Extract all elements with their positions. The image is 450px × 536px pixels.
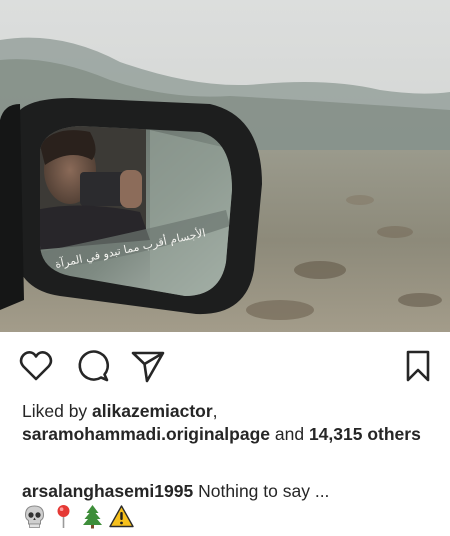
- caption-emojis: [22, 504, 134, 530]
- post-caption: arsalanghasemi1995 Nothing to say ...: [22, 480, 432, 503]
- save-button[interactable]: [400, 348, 436, 384]
- evergreen-tree-icon: [80, 504, 105, 529]
- share-button[interactable]: [130, 348, 166, 384]
- caption-text: Nothing to say ...: [193, 481, 330, 501]
- likes-summary: Liked by alikazemiactor, saramohammadi.o…: [22, 400, 432, 446]
- action-bar: [0, 332, 450, 396]
- likes-separator: ,: [212, 401, 218, 421]
- paper-plane-icon: [131, 351, 165, 383]
- liker-username-2[interactable]: saramohammadi.originalpage: [22, 424, 270, 444]
- like-button[interactable]: [18, 348, 54, 384]
- likes-others[interactable]: others: [367, 424, 420, 444]
- warning-sign-icon: [109, 504, 134, 529]
- skull-icon: [22, 504, 47, 529]
- comment-button[interactable]: [75, 348, 111, 384]
- post-photo[interactable]: الأجسام أقرب مما تبدو في المرآة: [0, 0, 450, 332]
- likes-and: and: [270, 424, 309, 444]
- pushpin-icon: [51, 504, 76, 529]
- likes-count[interactable]: 14,315: [309, 424, 363, 444]
- caption-username[interactable]: arsalanghasemi1995: [22, 481, 193, 501]
- bookmark-icon: [406, 350, 430, 382]
- liker-username-1[interactable]: alikazemiactor: [92, 401, 213, 421]
- likes-prefix: Liked by: [22, 401, 93, 421]
- heart-icon: [19, 351, 53, 381]
- post-photo-art: الأجسام أقرب مما تبدو في المرآة: [0, 0, 450, 332]
- comment-icon: [78, 350, 110, 382]
